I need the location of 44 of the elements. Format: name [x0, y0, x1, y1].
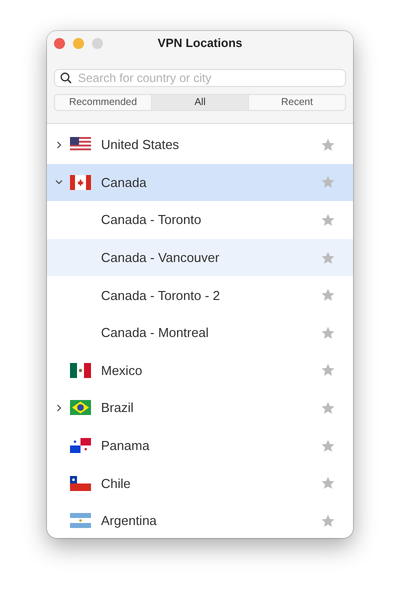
location-row[interactable]: Mexico — [47, 352, 353, 390]
star-icon[interactable] — [321, 438, 335, 453]
star-icon[interactable] — [321, 138, 335, 152]
star-icon[interactable] — [321, 514, 335, 528]
zoom-button[interactable] — [92, 38, 103, 49]
filter-tab[interactable]: All — [152, 95, 249, 110]
chevron-icon[interactable] — [55, 404, 63, 412]
star-icon[interactable] — [321, 250, 335, 265]
location-row[interactable]: Panama — [47, 426, 353, 464]
search-icon — [60, 72, 72, 84]
close-button[interactable] — [54, 38, 65, 49]
star-icon[interactable] — [321, 363, 335, 378]
location-name: Argentina — [101, 513, 158, 528]
location-row[interactable]: Canada - Toronto — [47, 201, 353, 239]
location-name: Panama — [101, 438, 150, 454]
location-name: Canada — [101, 174, 148, 190]
location-name: Canada - Toronto — [101, 212, 202, 228]
star-icon[interactable] — [321, 476, 335, 490]
location-name: Mexico — [101, 362, 144, 378]
location-name: Chile — [101, 476, 132, 491]
star-icon[interactable] — [321, 326, 335, 340]
location-name: Canada - Montreal — [101, 325, 210, 340]
star-icon[interactable] — [321, 288, 335, 302]
chevron-icon[interactable] — [55, 178, 63, 186]
window-title: VPN Locations — [158, 36, 242, 50]
chevron-icon[interactable] — [55, 140, 63, 149]
star-icon[interactable] — [321, 400, 335, 415]
star-icon[interactable] — [321, 175, 335, 190]
location-row[interactable]: Canada - Montreal — [47, 314, 353, 352]
filter-tab[interactable]: Recent — [249, 95, 345, 110]
location-row[interactable]: Argentina — [47, 502, 353, 538]
location-name: Canada - Toronto - 2 — [101, 288, 221, 303]
location-name: Brazil — [101, 400, 135, 416]
location-row[interactable]: Brazil — [47, 389, 353, 427]
location-row[interactable]: Canada - Toronto - 2 — [47, 276, 353, 314]
star-icon[interactable] — [321, 212, 335, 227]
minimize-button[interactable] — [73, 38, 84, 49]
location-name: United States — [101, 137, 180, 152]
search-field[interactable]: Search for country or city — [54, 69, 346, 87]
location-row[interactable]: United States — [47, 126, 353, 164]
location-name: Canada - Vancouver — [101, 250, 220, 266]
location-row[interactable]: Chile — [47, 464, 353, 502]
location-row[interactable]: Canada — [47, 164, 353, 202]
location-row[interactable]: Canada - Vancouver — [47, 238, 353, 276]
